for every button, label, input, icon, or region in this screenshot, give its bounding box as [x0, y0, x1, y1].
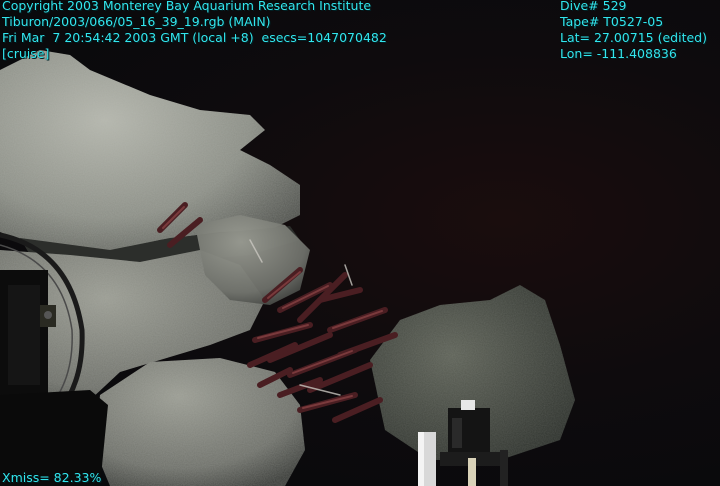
longitude-text: Lon= -111.408836 [560, 46, 677, 61]
video-frame: Copyright 2003 Monterey Bay Aquarium Res… [0, 0, 720, 486]
dive-number-text: Dive# 529 [560, 0, 627, 13]
tape-number-text: Tape# T0527-05 [560, 14, 664, 29]
mode-text: [cruise] [2, 46, 50, 61]
overlay-telemetry-right: Dive# 529 Tape# T0527-05 Lat= 27.00715 (… [560, 0, 707, 62]
overlay-telemetry-bottom: Xmiss= 82.33% [2, 470, 101, 486]
transmissometer-text: Xmiss= 82.33% [2, 470, 102, 485]
overlay-telemetry-left: Copyright 2003 Monterey Bay Aquarium Res… [2, 0, 387, 62]
copyright-text: Copyright 2003 Monterey Bay Aquarium Res… [2, 0, 372, 13]
file-path-text: Tiburon/2003/066/05_16_39_19.rgb (MAIN) [2, 14, 271, 29]
seafloor-scene [0, 50, 575, 486]
latitude-text: Lat= 27.00715 (edited) [560, 30, 707, 45]
datetime-text: Fri Mar 7 20:54:42 2003 GMT (local +8) e… [2, 30, 387, 45]
